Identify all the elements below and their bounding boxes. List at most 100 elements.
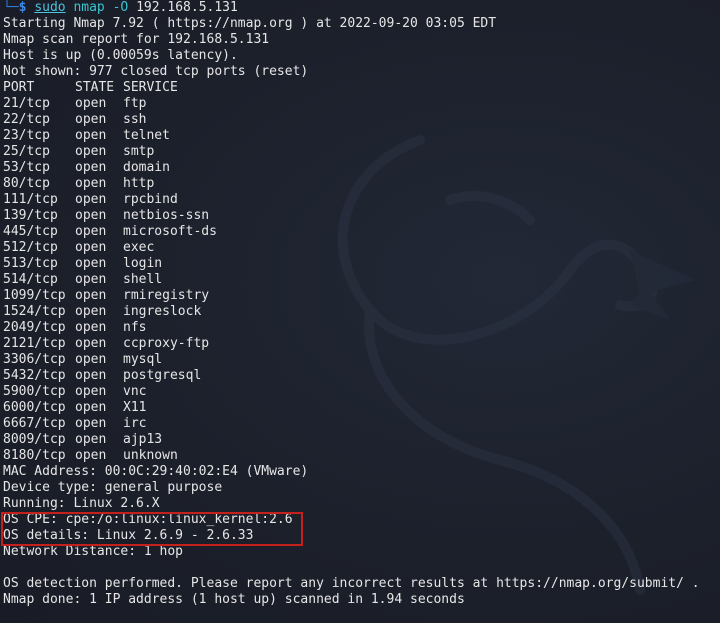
port-row: 8180/tcp open unknown: [3, 448, 720, 464]
output-line-not-shown: Not shown: 977 closed tcp ports (reset): [3, 64, 309, 79]
state-cell: open: [75, 384, 107, 399]
state-cell: open: [75, 208, 107, 223]
state-cell: open: [75, 368, 107, 383]
service-cell: microsoft-ds: [123, 224, 217, 239]
port-cell: 512/tcp: [3, 240, 58, 255]
terminal-window[interactable]: └─$ sudo nmap -O 192.168.5.131 Starting …: [0, 0, 720, 623]
column-port-header: PORT: [3, 80, 35, 95]
state-cell: open: [75, 160, 107, 175]
service-cell: telnet: [123, 128, 170, 143]
state-cell: open: [75, 320, 107, 335]
service-cell: postgresql: [123, 368, 202, 383]
service-cell: vnc: [123, 384, 147, 399]
port-cell: 21/tcp: [3, 96, 50, 111]
state-cell: open: [75, 272, 107, 287]
mac-address-line: MAC Address: 00:0C:29:40:02:E4 (VMware): [3, 464, 309, 479]
port-row: 23/tcp open telnet: [3, 128, 720, 144]
state-cell: open: [75, 288, 107, 303]
port-row: 25/tcp open smtp: [3, 144, 720, 160]
service-cell: shell: [123, 272, 163, 287]
service-cell: ccproxy-ftp: [123, 336, 210, 351]
service-cell: login: [123, 256, 163, 271]
port-cell: 445/tcp: [3, 224, 58, 239]
command-target: 192.168.5.131: [136, 0, 238, 15]
port-row: 2121/tcp open ccproxy-ftp: [3, 336, 720, 352]
nmap-done-line: Nmap done: 1 IP address (1 host up) scan…: [3, 592, 465, 607]
port-row: 53/tcp open domain: [3, 160, 720, 176]
service-cell: unknown: [123, 448, 178, 463]
column-service-header: SERVICE: [123, 80, 178, 95]
state-cell: open: [75, 96, 107, 111]
service-cell: X11: [123, 400, 147, 415]
state-cell: open: [75, 240, 107, 255]
service-cell: ssh: [123, 112, 147, 127]
output-line-host-up: Host is up (0.00059s latency).: [3, 48, 238, 63]
service-cell: mysql: [123, 352, 163, 367]
output-line-start: Starting Nmap 7.92 ( https://nmap.org ) …: [3, 16, 497, 31]
service-cell: rpcbind: [123, 192, 178, 207]
column-state-header: STATE: [75, 80, 115, 95]
service-cell: ftp: [123, 96, 147, 111]
port-cell: 6667/tcp: [3, 416, 66, 431]
state-cell: open: [75, 192, 107, 207]
port-row: 80/tcp open http: [3, 176, 720, 192]
os-details-line: OS details: Linux 2.6.9 - 2.6.33: [3, 528, 254, 543]
service-cell: rmiregistry: [123, 288, 210, 303]
state-cell: open: [75, 128, 107, 143]
command-prompt-line: └─$ sudo nmap -O 192.168.5.131: [3, 0, 720, 16]
state-cell: open: [75, 448, 107, 463]
prompt-dollar: $: [18, 0, 27, 15]
port-cell: 111/tcp: [3, 192, 58, 207]
state-cell: open: [75, 400, 107, 415]
port-row: 513/tcp open login: [3, 256, 720, 272]
port-cell: 3306/tcp: [3, 352, 66, 367]
state-cell: open: [75, 304, 107, 319]
port-row: 139/tcp open netbios-ssn: [3, 208, 720, 224]
command-sudo: sudo: [34, 0, 66, 15]
port-row: 1099/tcp open rmiregistry: [3, 288, 720, 304]
port-row: 111/tcp open rpcbind: [3, 192, 720, 208]
port-row: 21/tcp open ftp: [3, 96, 720, 112]
service-cell: domain: [123, 160, 170, 175]
port-cell: 80/tcp: [3, 176, 50, 191]
port-row: 3306/tcp open mysql: [3, 352, 720, 368]
service-cell: irc: [123, 416, 147, 431]
port-cell: 2121/tcp: [3, 336, 66, 351]
prompt-tree-glyph: └─: [3, 0, 19, 15]
port-cell: 513/tcp: [3, 256, 58, 271]
command-flag: -O: [112, 0, 129, 15]
port-cell: 8009/tcp: [3, 432, 66, 447]
state-cell: open: [75, 432, 107, 447]
port-cell: 22/tcp: [3, 112, 50, 127]
port-row: 6667/tcp open irc: [3, 416, 720, 432]
port-row: 1524/tcp open ingreslock: [3, 304, 720, 320]
port-cell: 5432/tcp: [3, 368, 66, 383]
state-cell: open: [75, 112, 107, 127]
port-row: 512/tcp open exec: [3, 240, 720, 256]
network-distance-line: Network Distance: 1 hop: [3, 544, 184, 559]
state-cell: open: [75, 144, 107, 159]
port-cell: 5900/tcp: [3, 384, 66, 399]
port-cell: 514/tcp: [3, 272, 58, 287]
port-cell: 2049/tcp: [3, 320, 66, 335]
port-cell: 23/tcp: [3, 128, 50, 143]
output-line-scan-report: Nmap scan report for 192.168.5.131: [3, 32, 270, 47]
state-cell: open: [75, 416, 107, 431]
port-cell: 1524/tcp: [3, 304, 66, 319]
port-table-header: PORT STATE SERVICE: [3, 80, 720, 96]
port-cell: 25/tcp: [3, 144, 50, 159]
service-cell: ajp13: [123, 432, 163, 447]
os-cpe-line: OS CPE: cpe:/o:linux:linux_kernel:2.6: [3, 512, 293, 527]
service-cell: http: [123, 176, 155, 191]
state-cell: open: [75, 224, 107, 239]
state-cell: open: [75, 176, 107, 191]
state-cell: open: [75, 352, 107, 367]
service-cell: ingreslock: [123, 304, 202, 319]
terminal-output: └─$ sudo nmap -O 192.168.5.131 Starting …: [3, 0, 720, 608]
port-cell: 53/tcp: [3, 160, 50, 175]
port-row: 22/tcp open ssh: [3, 112, 720, 128]
service-cell: smtp: [123, 144, 155, 159]
service-cell: exec: [123, 240, 155, 255]
port-cell: 6000/tcp: [3, 400, 66, 415]
